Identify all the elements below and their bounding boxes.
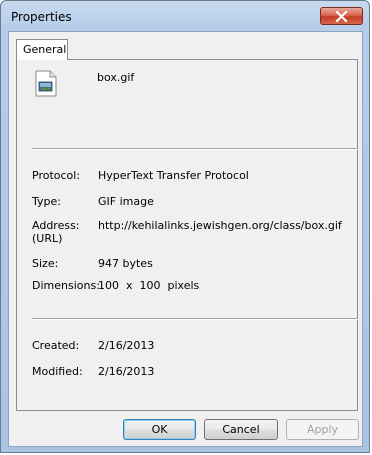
created-value: 2/16/2013 <box>98 339 155 352</box>
address-label: Address: <box>32 219 80 232</box>
created-label: Created: <box>32 339 80 352</box>
tab-general-label: General <box>23 43 67 56</box>
ok-button[interactable]: OK <box>123 419 196 440</box>
title-bar[interactable]: Properties <box>1 1 369 31</box>
modified-label: Modified: <box>32 365 83 378</box>
type-label: Type: <box>32 195 61 208</box>
dimensions-value: 100 x 100 pixels <box>98 279 200 292</box>
apply-button[interactable]: Apply <box>286 419 359 440</box>
separator-bottom <box>32 318 358 320</box>
window-title: Properties <box>11 10 72 24</box>
cancel-button[interactable]: Cancel <box>204 419 278 440</box>
size-label: Size: <box>32 257 59 270</box>
address-value: http://kehilalinks.jewishgen.org/class/b… <box>98 219 342 232</box>
dialog-client-area: General box.gif Protocol: HyperText Tran… <box>8 31 363 447</box>
general-tab-panel: box.gif Protocol: HyperText Transfer Pro… <box>16 59 358 411</box>
close-icon <box>335 11 348 22</box>
protocol-label: Protocol: <box>32 169 81 182</box>
gif-image-icon <box>35 70 57 97</box>
size-value: 947 bytes <box>98 257 153 270</box>
properties-window: Properties General box.gif Protocol: Hyp… <box>0 0 370 453</box>
type-value: GIF image <box>98 195 154 208</box>
address-url-label: (URL) <box>32 232 63 245</box>
dimensions-label: Dimensions: <box>32 279 100 292</box>
tab-general[interactable]: General <box>16 39 68 60</box>
modified-value: 2/16/2013 <box>98 365 155 378</box>
separator-top <box>32 148 358 150</box>
close-button[interactable] <box>320 7 363 25</box>
file-name: box.gif <box>97 71 135 84</box>
protocol-value: HyperText Transfer Protocol <box>98 169 249 182</box>
